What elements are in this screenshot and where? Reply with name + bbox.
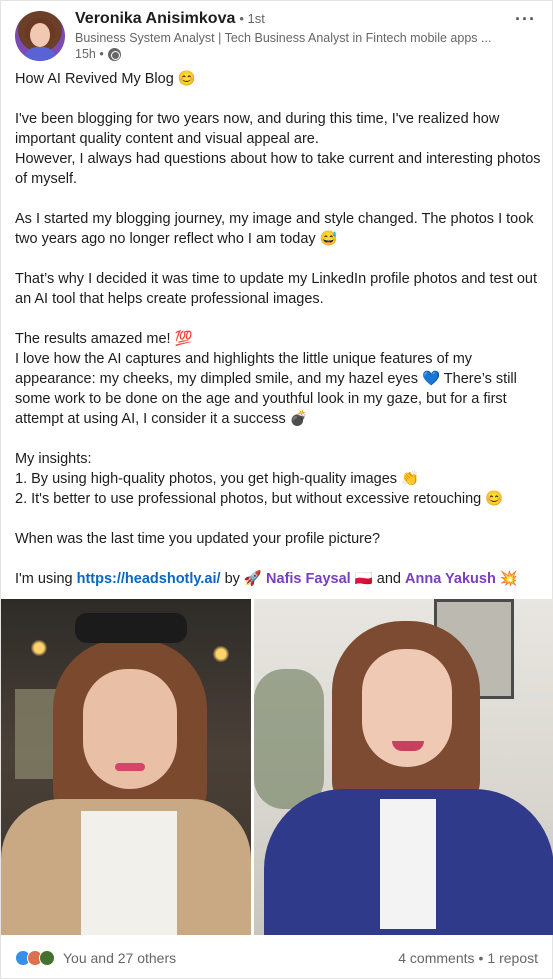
insight-item: 1. By using high-quality photos, you get… xyxy=(15,471,420,487)
credits-by: by 🚀 xyxy=(220,571,267,587)
post-paragraph: The results amazed me! 💯 xyxy=(15,331,193,347)
reactions-count: You and 27 others xyxy=(63,949,177,966)
post-paragraph: That’s why I decided it was time to upda… xyxy=(15,271,538,307)
post-paragraph: As I started my blogging journey, my ima… xyxy=(15,211,534,247)
credits-line: I'm using https://headshotly.ai/ by 🚀 Na… xyxy=(15,569,545,589)
post-body: How AI Revived My Blog 😊 I've been blogg… xyxy=(15,69,545,589)
mention-anna[interactable]: Anna Yakush xyxy=(405,571,496,587)
insightful-icon xyxy=(39,949,55,966)
post-card: Veronika Anisimkova • 1st Business Syste… xyxy=(0,0,553,979)
reactions-summary[interactable]: You and 27 others xyxy=(15,949,177,966)
post-time: 15h • xyxy=(75,47,104,61)
more-options-icon[interactable]: ··· xyxy=(515,9,536,30)
reposts-count[interactable]: 1 repost xyxy=(487,950,538,966)
post-meta: 15h • xyxy=(75,47,121,61)
stats-separator: • xyxy=(478,949,484,966)
author-name[interactable]: Veronika Anisimkova xyxy=(75,10,235,28)
post-images xyxy=(1,599,553,935)
author-headline: Business System Analyst | Tech Business … xyxy=(75,31,492,45)
insight-item: 2. It's better to use professional photo… xyxy=(15,491,504,507)
reaction-icons xyxy=(15,949,55,966)
comments-count[interactable]: 4 comments xyxy=(398,950,474,966)
avatar-body xyxy=(23,47,57,61)
credits-prefix: I'm using xyxy=(15,571,77,587)
credits-and: 🇵🇱 and xyxy=(350,571,406,587)
post-paragraph: I love how the AI captures and highlight… xyxy=(15,351,517,427)
avatar-face xyxy=(30,23,50,47)
external-link[interactable]: https://headshotly.ai/ xyxy=(77,571,221,587)
mention-nafis[interactable]: Nafis Faysal xyxy=(266,571,351,587)
post-paragraph: I've been blogging for two years now, an… xyxy=(15,111,500,147)
avatar[interactable] xyxy=(15,11,65,61)
connection-degree: • 1st xyxy=(239,11,265,26)
engagement-stats: 4 comments • 1 repost xyxy=(398,950,538,966)
credits-end: 💥 xyxy=(495,571,518,587)
insights-label: My insights: xyxy=(15,451,92,467)
post-paragraph: However, I always had questions about ho… xyxy=(15,151,541,187)
post-header: Veronika Anisimkova • 1st Business Syste… xyxy=(1,1,553,69)
post-title: How AI Revived My Blog 😊 xyxy=(15,71,196,87)
post-image-ai[interactable] xyxy=(254,599,553,935)
globe-icon xyxy=(107,47,121,61)
post-question: When was the last time you updated your … xyxy=(15,531,381,547)
social-counts: You and 27 others 4 comments • 1 repost xyxy=(1,935,553,979)
post-image-original[interactable] xyxy=(1,599,251,935)
author-row: Veronika Anisimkova • 1st xyxy=(75,10,265,28)
